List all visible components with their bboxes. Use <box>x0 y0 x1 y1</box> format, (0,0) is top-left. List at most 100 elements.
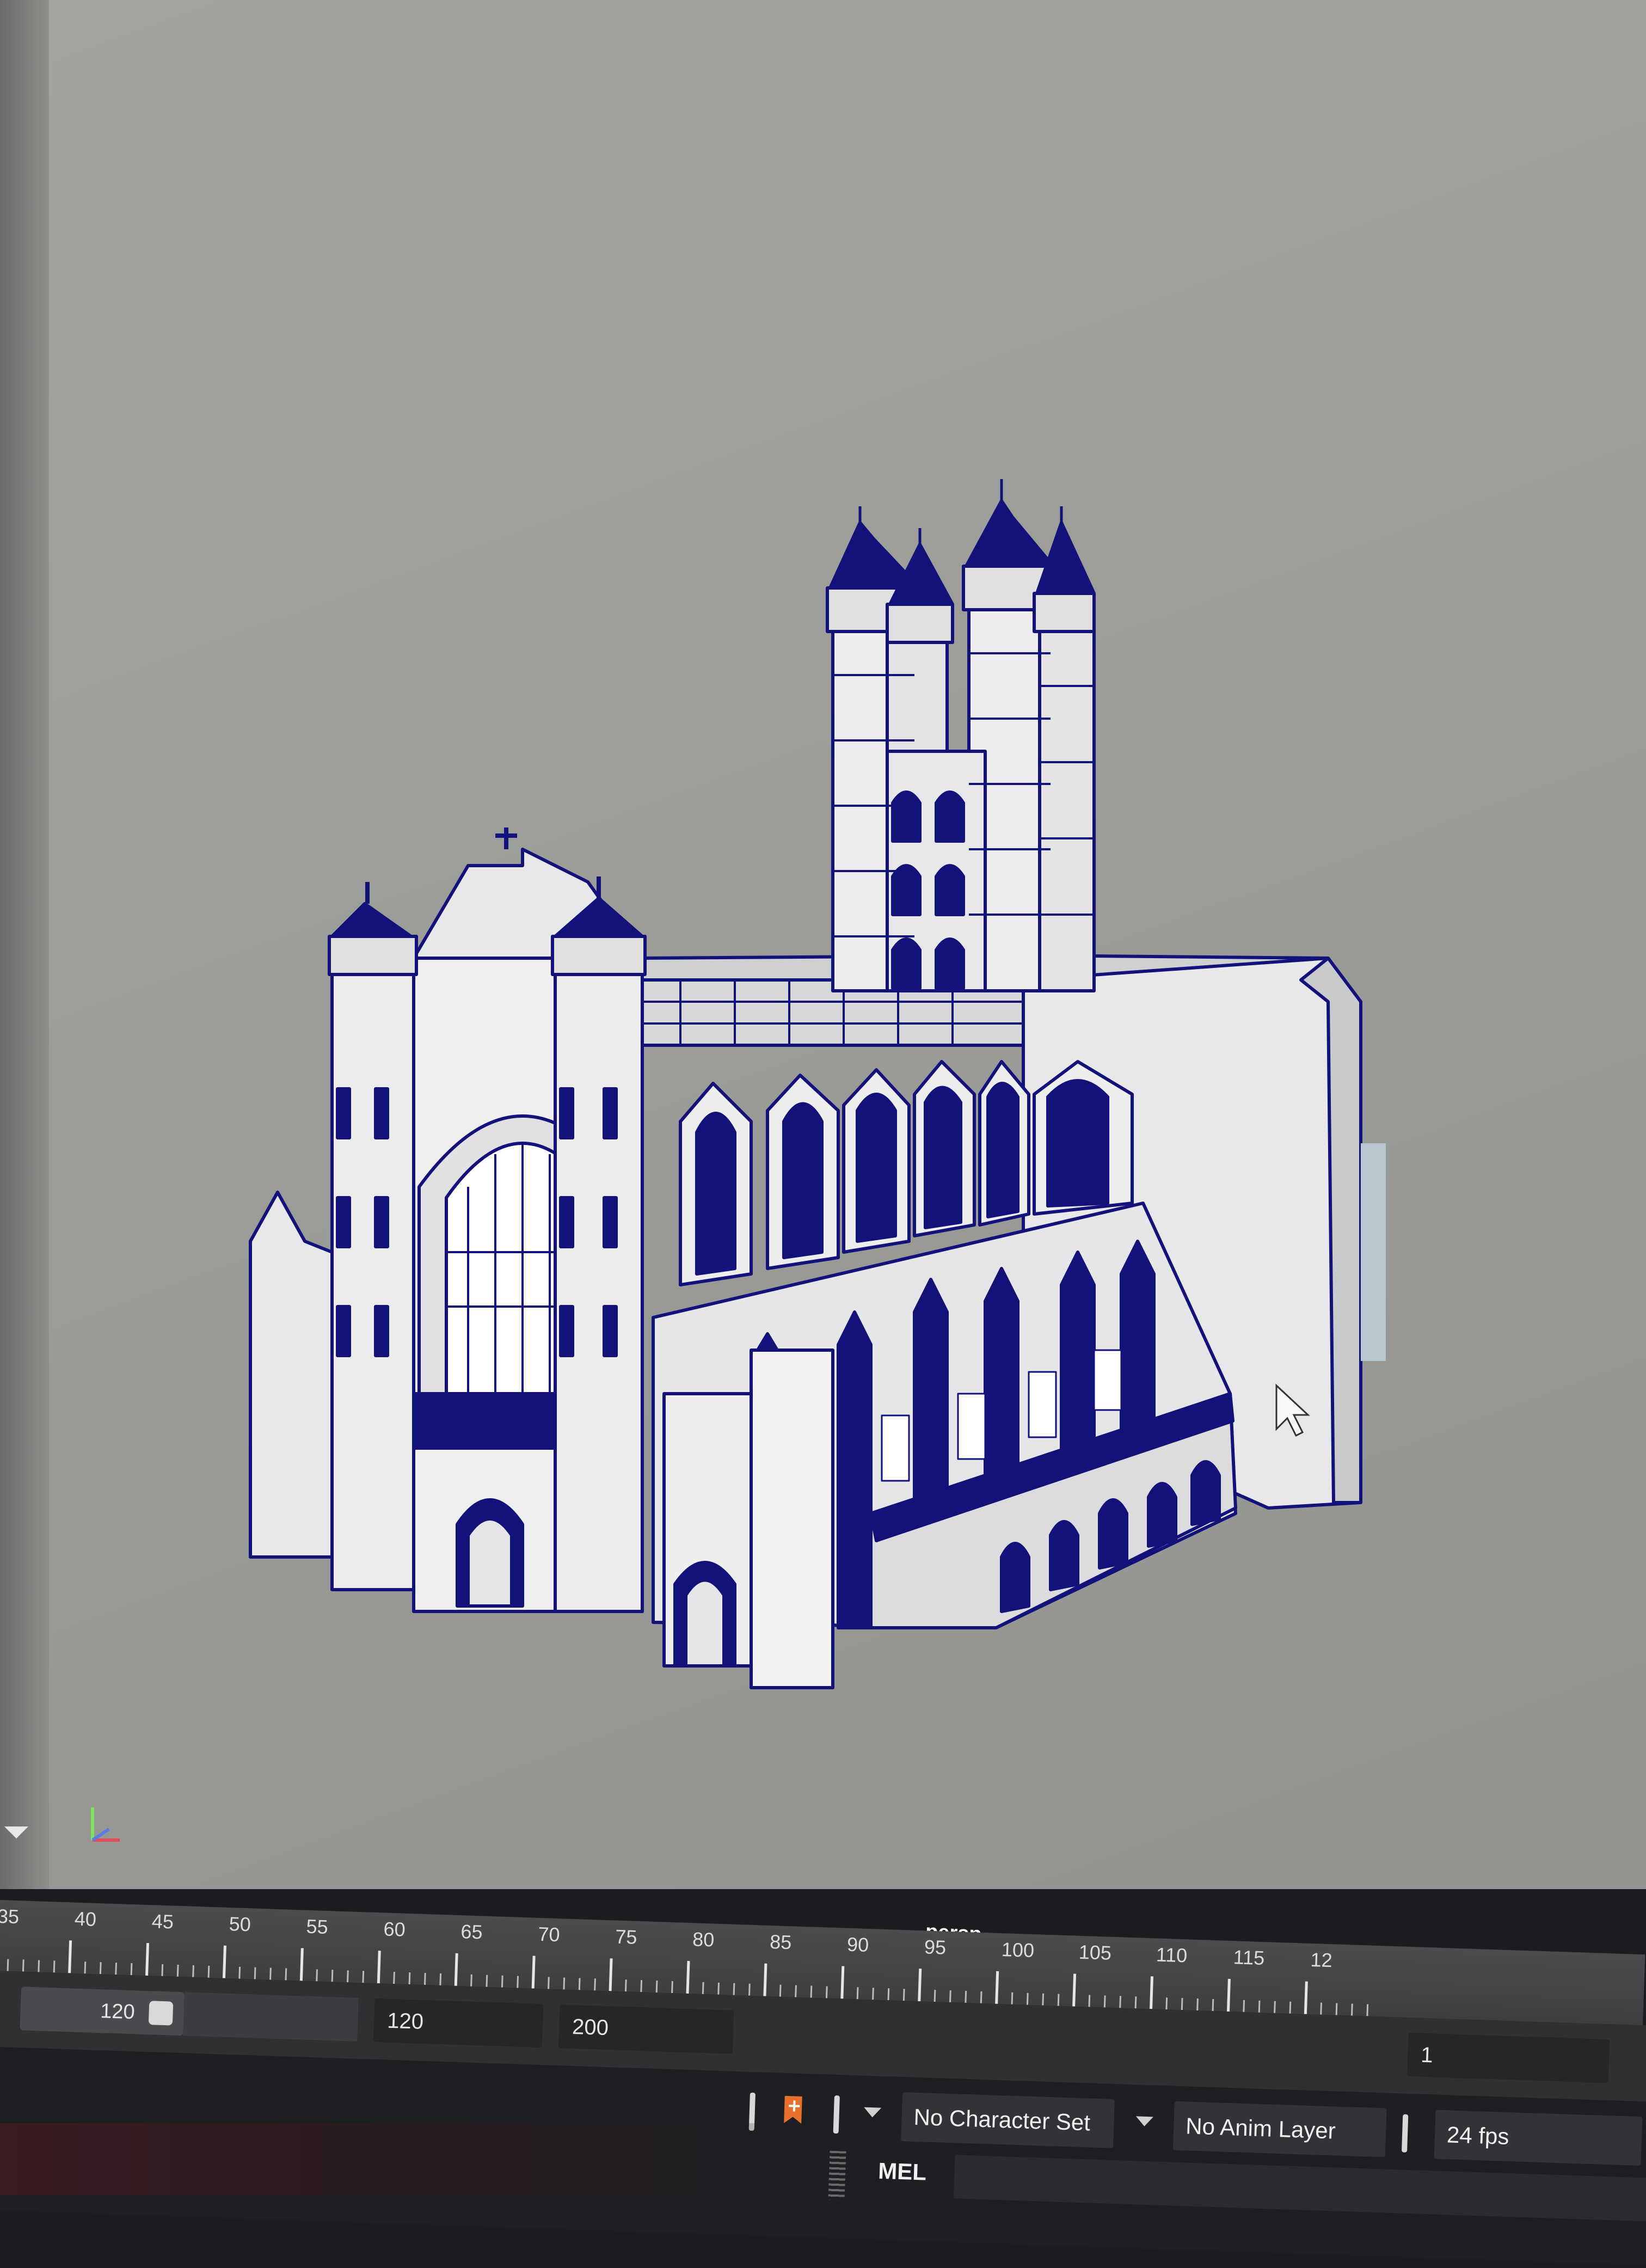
timeline-minor-tick <box>1335 2003 1338 2015</box>
playback-end-field[interactable]: 120 <box>373 1998 544 2048</box>
timeline-minor-tick <box>887 1988 890 2001</box>
timeline-minor-tick <box>393 1972 395 1984</box>
side-chapel <box>249 1191 334 1559</box>
auto-key-icon[interactable] <box>782 2095 804 2126</box>
current-frame-field[interactable]: 1 <box>1407 2032 1610 2083</box>
timeline-tick-label: 105 <box>1078 1941 1111 1964</box>
timeline-tick-label: 35 <box>0 1905 20 1928</box>
west-tower-right <box>551 876 647 1613</box>
timeline-tick-label: 100 <box>1001 1938 1034 1961</box>
timeline-minor-tick <box>1258 2000 1261 2013</box>
command-language-toggle[interactable]: MEL <box>878 2158 927 2186</box>
key-stepper[interactable] <box>833 2095 840 2134</box>
timeline-minor-tick <box>810 1985 813 1998</box>
central-tower <box>826 479 1096 992</box>
timeline-tick-label: 60 <box>383 1917 406 1940</box>
timeline-minor-tick <box>671 1981 673 1994</box>
timeline-minor-tick <box>779 1984 782 1997</box>
timeline-minor-tick <box>1057 1994 1060 2006</box>
timeline-minor-tick <box>578 1978 581 1990</box>
timeline-tick-label: 90 <box>846 1933 869 1956</box>
timeline-major-tick <box>1072 1973 1077 2007</box>
timeline-major-tick <box>609 1958 613 1991</box>
timeline-tick-label: 85 <box>770 1930 792 1953</box>
timeline-minor-tick <box>717 1982 720 1995</box>
anim-layer-stepper[interactable] <box>1402 2114 1409 2153</box>
fps-dropdown[interactable]: 24 fps <box>1434 2110 1643 2166</box>
timeline-minor-tick <box>439 1973 442 1985</box>
command-line-input[interactable] <box>953 2155 1646 2222</box>
timeline-minor-tick <box>1289 2001 1292 2014</box>
character-set-dropdown[interactable]: No Character Set <box>901 2092 1115 2148</box>
timeline-major-tick <box>454 1953 458 1986</box>
timeline-minor-tick <box>872 1988 874 2000</box>
timeline-minor-tick <box>176 1964 179 1977</box>
range-slider-handle[interactable]: 120 <box>20 1987 185 2036</box>
axis-gizmo-icon <box>91 1807 120 1842</box>
timeline-tick-label: 110 <box>1156 1943 1188 1966</box>
timeline-major-tick <box>1150 1976 1154 2009</box>
timeline-minor-tick <box>99 1962 102 1975</box>
timeline-minor-tick <box>1119 1996 1121 2008</box>
timeline-tick-label: 115 <box>1233 1946 1265 1969</box>
timeline-minor-tick <box>1134 1996 1137 2009</box>
timeline-minor-tick <box>161 1964 164 1977</box>
timeline-tick-label: 45 <box>151 1910 174 1933</box>
animation-end-field[interactable]: 200 <box>558 2005 734 2054</box>
command-line-grip[interactable] <box>828 2150 846 2200</box>
timeline-major-tick <box>145 1942 150 1976</box>
timeline-minor-tick <box>207 1965 210 1978</box>
cathedral-model[interactable] <box>0 0 1646 1889</box>
timeline-major-tick <box>840 1966 845 1999</box>
timeline-minor-tick <box>470 1974 472 1987</box>
range-handle-knob[interactable] <box>148 2001 174 2026</box>
timeline-tick-label: 95 <box>924 1935 946 1958</box>
timeline-major-tick <box>763 1963 767 1996</box>
timeline-major-tick <box>531 1956 536 1989</box>
timeline-tick-label: 65 <box>460 1920 483 1943</box>
timeline-minor-tick <box>1103 1995 1106 2008</box>
timeline-minor-tick <box>1026 1993 1029 2005</box>
west-tower-left <box>328 882 418 1591</box>
range-slider-track[interactable] <box>183 1992 359 2042</box>
timeline-minor-tick <box>640 1980 643 1993</box>
range-handle-value: 120 <box>100 2000 136 2024</box>
timeline-minor-tick <box>949 1990 951 2003</box>
timeline-major-tick <box>918 1969 922 2002</box>
timeline-major-tick <box>377 1951 381 1984</box>
timeline-tick-label: 55 <box>306 1915 328 1938</box>
timeline-minor-tick <box>1165 1997 1168 2010</box>
timeline-minor-tick <box>1351 2003 1353 2016</box>
screen-reflection <box>0 2123 816 2195</box>
perspective-viewport[interactable] <box>0 0 1646 1889</box>
timeline-major-tick <box>1226 1978 1231 2012</box>
timeline-minor-tick <box>1366 2004 1369 2016</box>
timeline-minor-tick <box>825 1986 828 1999</box>
background-image-sliver <box>1361 1143 1386 1361</box>
timeline-minor-tick <box>1088 1995 1091 2007</box>
timeline-minor-tick <box>1320 2002 1322 2015</box>
timeline-minor-tick <box>655 1981 658 1993</box>
timeline-major-tick <box>995 1971 999 2004</box>
timeline-minor-tick <box>238 1966 241 1979</box>
timeline-minor-tick <box>362 1971 365 1983</box>
timeline-tick-label: 75 <box>615 1926 637 1948</box>
timeline-major-tick <box>686 1960 690 1994</box>
timeline-major-tick <box>299 1948 304 1981</box>
timeline-tick-label: 70 <box>538 1923 560 1946</box>
character-set-menu-icon[interactable] <box>1135 2116 1153 2127</box>
timeline-major-tick <box>68 1940 72 1973</box>
timeline-major-tick <box>1304 1981 1308 2014</box>
timeline-minor-tick <box>192 1965 194 1977</box>
timeline-tick-label: 40 <box>74 1908 96 1930</box>
timeline-minor-tick <box>331 1970 334 1982</box>
timeline-minor-tick <box>856 1987 859 2000</box>
timeline-major-tick <box>222 1945 226 1978</box>
anim-layer-dropdown[interactable]: No Anim Layer <box>1172 2101 1387 2157</box>
timeline-minor-tick <box>130 1963 133 1976</box>
timeline-tick-label: 80 <box>692 1928 715 1951</box>
timeline-minor-tick <box>1196 1999 1199 2011</box>
timeline-tick-label: 12 <box>1310 1948 1332 1971</box>
preferences-menu-icon[interactable] <box>863 2107 882 2118</box>
triangle-down-icon[interactable] <box>4 1826 28 1838</box>
